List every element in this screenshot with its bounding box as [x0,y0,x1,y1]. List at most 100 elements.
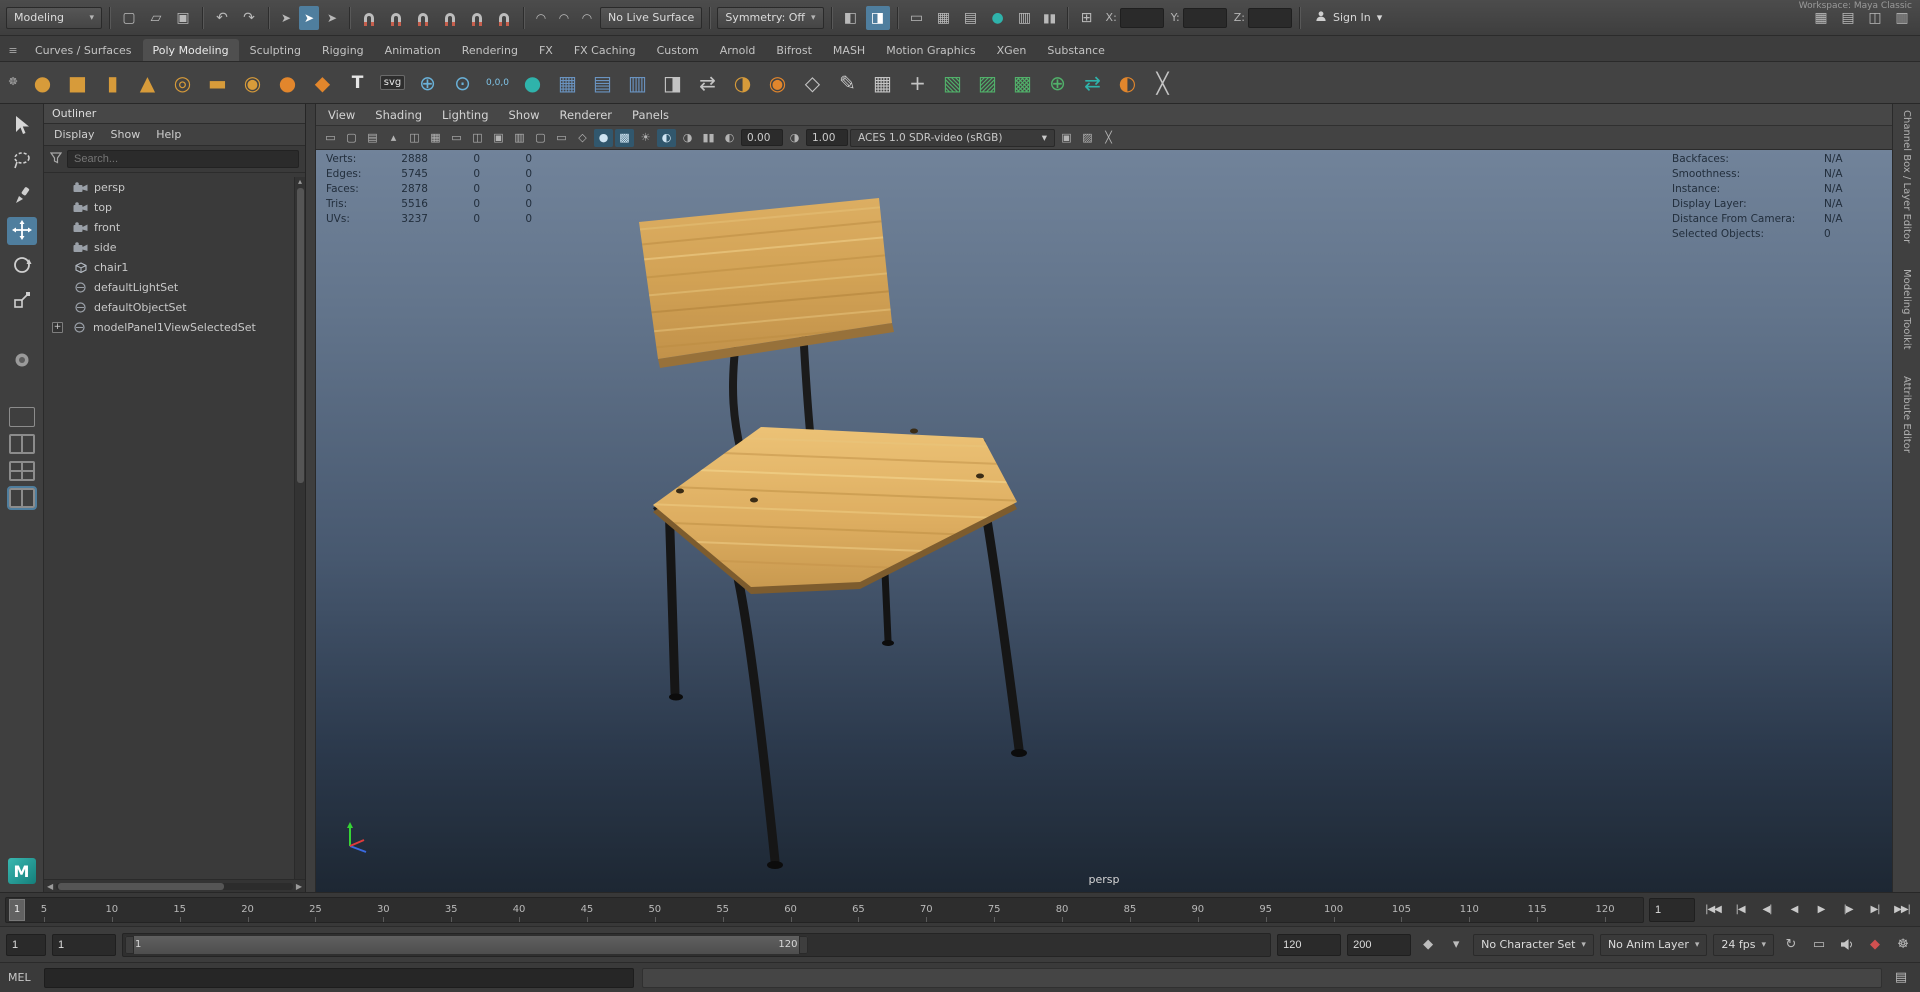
lasso-select-tool[interactable] [7,147,37,175]
outliner-horizontal-scrollbar[interactable]: ◀ ▶ [44,879,305,892]
live-surface-dropdown[interactable]: No Live Surface [600,6,703,29]
shelf-tab-rigging[interactable]: Rigging [312,39,374,61]
shelf-tab-custom[interactable]: Custom [647,39,709,61]
film-gate-button[interactable]: ▭ [447,129,466,147]
viewport-menu-panels[interactable]: Panels [632,108,669,122]
outliner-search-input[interactable] [67,150,299,168]
duplicate-array-button[interactable]: ▤ [586,66,619,99]
pane-left-button[interactable]: ◧ [839,6,863,30]
bridge-button[interactable]: ▩ [1006,66,1039,99]
bevel-button[interactable]: ▨ [971,66,1004,99]
super-shape-button[interactable]: ● [271,66,304,99]
set-key-button[interactable]: ◆ [1417,934,1439,956]
camera-attributes-button[interactable]: ▤ [363,129,382,147]
poly-disc-button[interactable]: ◉ [236,66,269,99]
image-plane-button[interactable]: ◫ [405,129,424,147]
render-grid-2-button[interactable]: ▤ [959,6,983,30]
character-set-dropdown[interactable]: No Character Set ▾ [1473,933,1594,956]
outliner-menu-show[interactable]: Show [111,128,141,141]
scroll-left-icon[interactable]: ◀ [47,882,53,891]
snap-to-point-button[interactable] [411,6,435,30]
quad-draw-button[interactable]: ▦ [866,66,899,99]
select-object-button[interactable]: ➤ [299,5,319,30]
outliner-item-persp[interactable]: persp [44,177,305,197]
shelf-tab-xgen[interactable]: XGen [987,39,1037,61]
y-coordinate-input[interactable] [1182,7,1227,28]
poly-text-button[interactable]: T [341,66,374,99]
symmetry-dropdown[interactable]: Symmetry: Off ▾ [717,6,824,29]
step-forward-key-button[interactable]: |▶ [1835,898,1861,922]
expand-toggle[interactable]: + [52,321,63,333]
xray-joints-button[interactable]: ╳ [1099,129,1118,147]
go-to-start-button[interactable]: |◀◀ [1700,898,1726,922]
command-language-toggle[interactable]: MEL [8,971,36,984]
workspace-indicator[interactable]: Workspace: Maya Classic [1799,1,1912,11]
field-chart-button[interactable]: ▥ [510,129,529,147]
fps-dropdown[interactable]: 24 fps ▾ [1713,933,1774,956]
poly-cube-button[interactable]: ■ [61,66,94,99]
step-back-key-button[interactable]: ◀| [1754,898,1780,922]
viewport-menu-shading[interactable]: Shading [375,108,422,122]
grid-array-button[interactable]: ▦ [551,66,584,99]
open-scene-button[interactable]: ▱ [144,6,168,30]
ambient-occlusion-button[interactable]: ◑ [678,129,697,147]
move-tool[interactable] [6,217,37,245]
symmetrize-button[interactable]: ╳ [1146,66,1179,99]
safe-title-button[interactable]: ▭ [552,129,571,147]
paint-select-tool[interactable] [7,182,37,210]
gamma-icon-button[interactable]: ◑ [785,129,804,147]
scroll-up-icon[interactable]: ▴ [298,177,302,186]
animation-start-field[interactable] [6,933,46,956]
viewport-menu-renderer[interactable]: Renderer [560,108,613,122]
select-component-button[interactable]: ➤ [322,6,342,30]
last-tool-slot[interactable] [7,347,37,375]
layout-four-pane-button[interactable] [8,461,35,481]
viewport-menu-view[interactable]: View [328,108,355,122]
new-scene-button[interactable]: ▢ [117,6,141,30]
extrude-button[interactable]: ▧ [936,66,969,99]
playback-range-bar[interactable]: 1 120 [125,935,808,954]
pause-viewport-button[interactable]: ▮▮ [1040,6,1060,30]
outliner-item-chair1[interactable]: chair1 [44,257,305,277]
character-set-menu-button[interactable]: ▾ [1445,934,1467,956]
multi-cut-button[interactable]: + [901,66,934,99]
combine-button[interactable]: ◉ [761,66,794,99]
viewport-menu-lighting[interactable]: Lighting [442,108,488,122]
shelf-menu-button[interactable]: ≡ [4,41,22,59]
outliner-menu-help[interactable]: Help [156,128,181,141]
poly-cylinder-button[interactable]: ▮ [96,66,129,99]
smooth-preview-button[interactable]: ● [516,66,549,99]
svg-tool-button[interactable]: svg [376,66,409,99]
tab-attribute-editor[interactable]: Attribute Editor [1901,376,1912,453]
playback-end-field[interactable] [1277,933,1342,956]
mute-button[interactable] [1836,934,1858,956]
play-forwards-button[interactable]: ▶ [1808,898,1834,922]
tab-channel-box[interactable]: Channel Box / Layer Editor [1901,110,1912,243]
grid-options-button[interactable]: ⊞ [1075,6,1099,30]
exposure-field[interactable]: 0.00 [741,129,783,146]
shelf-tab-poly-modeling[interactable]: Poly Modeling [142,39,239,61]
command-input[interactable] [44,967,635,988]
select-camera-button[interactable]: ▭ [321,129,340,147]
playback-clamp-button[interactable]: ▭ [1808,934,1830,956]
curve-snap-1-button[interactable]: ◠ [531,6,551,30]
outliner-item-front[interactable]: front [44,217,305,237]
outliner-menu-display[interactable]: Display [54,128,95,141]
scrollbar-thumb[interactable] [296,188,304,483]
poly-cone-button[interactable]: ▲ [131,66,164,99]
scroll-right-icon[interactable]: ▶ [296,882,302,891]
instance-array-button[interactable]: ▥ [621,66,654,99]
gamma-field[interactable]: 1.00 [806,129,848,146]
make-object-live-button[interactable] [492,6,516,30]
shelf-tab-rendering[interactable]: Rendering [452,39,528,61]
undo-button[interactable]: ↶ [210,6,234,30]
reset-transform-button[interactable]: 0,0,0 [481,66,514,99]
ipr-render-button[interactable]: ▥ [1013,6,1037,30]
panel-splitter[interactable] [306,104,316,892]
wireframe-button[interactable]: ◇ [573,129,592,147]
shelf-tab-fx[interactable]: FX [529,39,563,61]
boolean-button[interactable]: ◐ [1111,66,1144,99]
playback-start-field[interactable] [52,933,116,956]
outliner-item-side[interactable]: side [44,237,305,257]
safe-action-button[interactable]: ▢ [531,129,550,147]
